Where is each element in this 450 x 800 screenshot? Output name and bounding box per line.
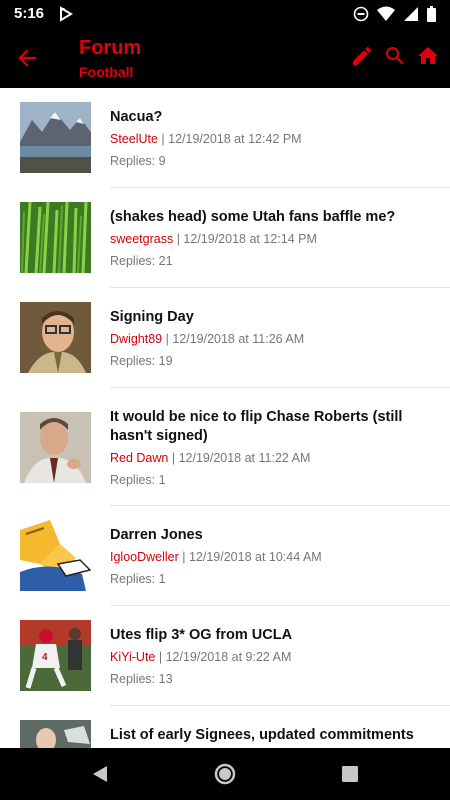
thread-author[interactable]: KiYi-Ute	[110, 650, 155, 664]
thread-date: | 12/19/2018 at 11:26 AM	[162, 332, 305, 346]
thread-title[interactable]: Signing Day	[110, 308, 430, 327]
svg-text:4: 4	[42, 652, 48, 663]
thread-item[interactable]: Darren Jones IglooDweller | 12/19/2018 a…	[0, 506, 450, 606]
thread-thumbnail	[20, 720, 91, 748]
search-icon[interactable]	[383, 44, 407, 68]
thread-author[interactable]: Dwight89	[110, 332, 162, 346]
thread-date: | 12/19/2018 at 9:22 AM	[155, 650, 292, 664]
thread-item[interactable]: (shakes head) some Utah fans baffle me? …	[0, 188, 450, 288]
thread-replies: Replies: 1	[110, 473, 166, 487]
nav-recents-icon[interactable]	[339, 763, 361, 785]
thread-item[interactable]: Signing Day Dwight89 | 12/19/2018 at 11:…	[0, 288, 450, 388]
thread-thumbnail	[20, 412, 91, 483]
signal-icon	[404, 7, 418, 21]
app-bar: Forum Football	[0, 28, 450, 88]
thread-author[interactable]: Red Dawn	[110, 451, 168, 465]
nav-home-icon[interactable]	[214, 763, 236, 785]
thread-replies: Replies: 1	[110, 572, 166, 586]
status-time: 5:16	[14, 5, 45, 22]
thread-thumbnail	[20, 202, 91, 273]
thread-title[interactable]: (shakes head) some Utah fans baffle me?	[110, 208, 430, 227]
thread-thumbnail	[20, 102, 91, 173]
thread-meta: IglooDweller | 12/19/2018 at 10:44 AM	[110, 549, 430, 565]
thread-title[interactable]: It would be nice to flip Chase Roberts (…	[110, 408, 430, 446]
thread-item[interactable]: List of early Signees, updated commitmen…	[0, 706, 450, 748]
notification-icon	[60, 6, 73, 22]
system-icons	[353, 6, 436, 22]
thread-thumbnail	[20, 302, 91, 373]
page-title: Forum	[79, 37, 142, 59]
thread-meta: Red Dawn | 12/19/2018 at 11:22 AM	[110, 450, 430, 466]
thread-list[interactable]: Nacua? SteelUte | 12/19/2018 at 12:42 PM…	[0, 88, 450, 748]
thread-title[interactable]: Darren Jones	[110, 526, 430, 545]
thread-author[interactable]: SteelUte	[110, 132, 158, 146]
battery-icon	[427, 6, 436, 22]
thread-item[interactable]: It would be nice to flip Chase Roberts (…	[0, 388, 450, 506]
thread-replies: Replies: 13	[110, 672, 173, 686]
thread-replies: Replies: 19	[110, 354, 173, 368]
thread-replies: Replies: 9	[110, 154, 166, 168]
thread-meta: SteelUte | 12/19/2018 at 12:42 PM	[110, 131, 430, 147]
status-bar: 5:16	[0, 0, 450, 28]
thread-author[interactable]: sweetgrass	[110, 232, 173, 246]
dnd-icon	[353, 6, 369, 22]
back-arrow-icon[interactable]	[14, 45, 40, 71]
edit-pencil-icon[interactable]	[350, 44, 374, 68]
thread-date: | 12/19/2018 at 11:22 AM	[168, 451, 311, 465]
thread-replies: Replies: 21	[110, 254, 173, 268]
thread-thumbnail	[20, 520, 91, 591]
thread-author[interactable]: IglooDweller	[110, 550, 179, 564]
thread-item[interactable]: Nacua? SteelUte | 12/19/2018 at 12:42 PM…	[0, 88, 450, 188]
thread-title[interactable]: Nacua?	[110, 108, 430, 127]
wifi-icon	[377, 6, 395, 21]
thread-meta: sweetgrass | 12/19/2018 at 12:14 PM	[110, 231, 430, 247]
home-icon[interactable]	[416, 44, 440, 68]
system-nav-bar	[0, 748, 450, 800]
thread-meta: Dwight89 | 12/19/2018 at 11:26 AM	[110, 331, 430, 347]
thread-thumbnail: 4	[20, 620, 91, 691]
nav-back-icon[interactable]	[89, 763, 111, 785]
page-subtitle: Football	[79, 64, 134, 80]
thread-date: | 12/19/2018 at 12:42 PM	[157, 132, 302, 146]
thread-title[interactable]: List of early Signees, updated commitmen…	[110, 726, 430, 745]
thread-date: | 12/19/2018 at 10:44 AM	[178, 550, 322, 564]
thread-item[interactable]: 4 Utes flip 3* OG from UCLA KiYi-Ute | 1…	[0, 606, 450, 706]
thread-title[interactable]: Utes flip 3* OG from UCLA	[110, 626, 430, 645]
thread-meta: KiYi-Ute | 12/19/2018 at 9:22 AM	[110, 649, 430, 665]
thread-date: | 12/19/2018 at 12:14 PM	[173, 232, 317, 246]
